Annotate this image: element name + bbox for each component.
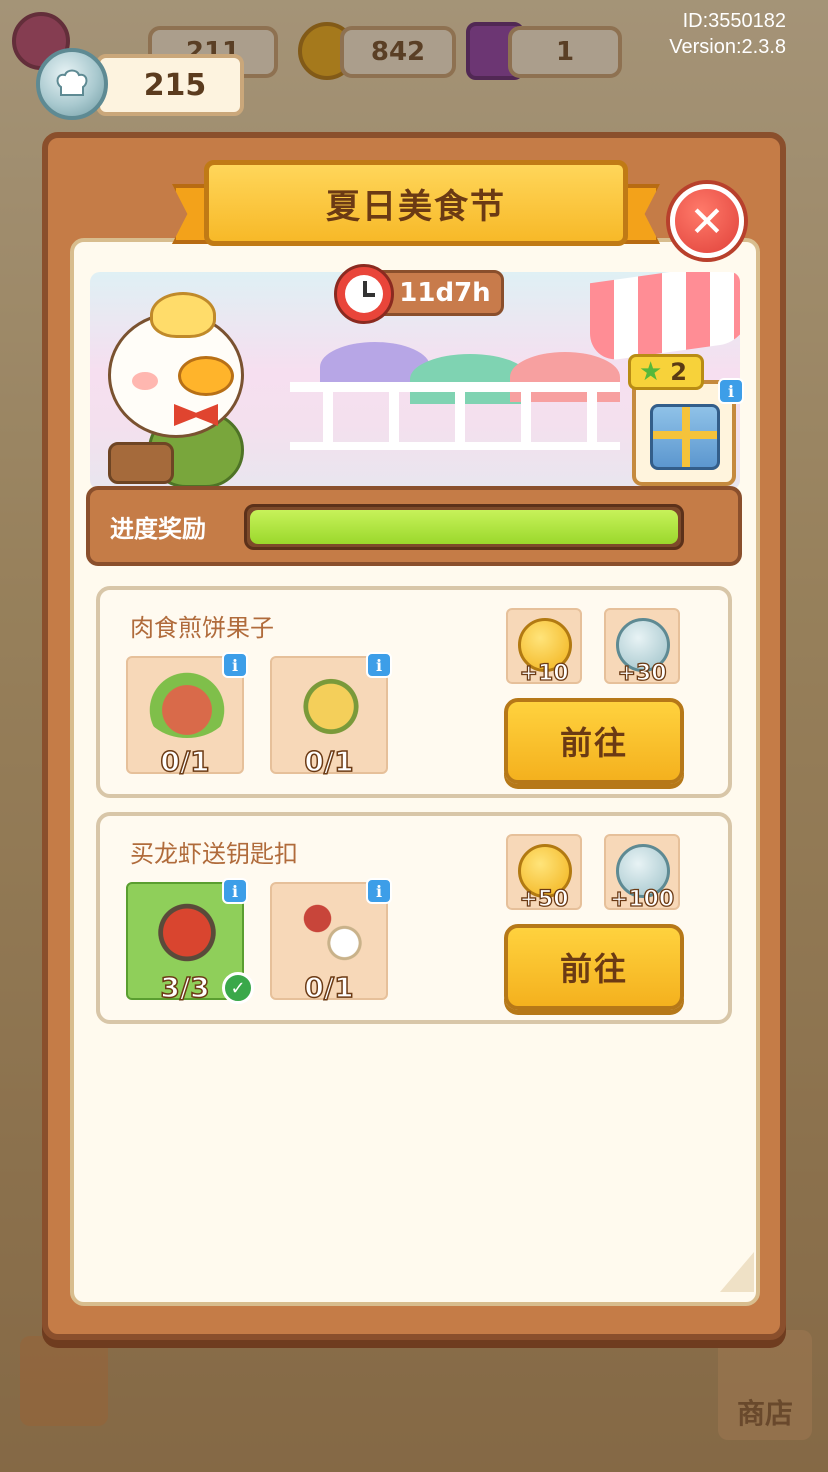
player-id: ID:3550182: [682, 10, 786, 32]
progress-reward-bar: 进度奖励: [86, 486, 742, 566]
reward-chef-token: +30: [604, 608, 680, 687]
reward-amount: +30: [617, 660, 667, 686]
task-card: 肉食煎饼果子 0/1 i 0/1 i +10 +30 前往: [96, 586, 732, 798]
title-ribbon: 夏日美食节: [172, 160, 660, 254]
progress-fill: [250, 510, 678, 544]
gift-star-count: ★ 2: [628, 354, 704, 390]
task-title: 买龙虾送钥匙扣: [130, 840, 298, 868]
star-icon: ★: [639, 357, 663, 387]
reward-amount: +100: [609, 886, 675, 912]
reward-amount: +50: [519, 886, 569, 912]
lobster-plate-icon: [142, 894, 232, 964]
completed-check-icon: ✓: [222, 972, 254, 1004]
task-title: 肉食煎饼果子: [130, 614, 274, 642]
build-info: ID:3550182 Version:2.3.8: [669, 8, 786, 60]
reward-amount: +10: [519, 660, 569, 686]
jianbing-icon: [286, 668, 376, 738]
reward-gold-coin: +10: [506, 608, 582, 687]
meat-platter-icon: [142, 668, 232, 738]
duck-mascot: [108, 292, 258, 488]
timer-text: 11d7h: [399, 278, 491, 308]
close-icon: ✕: [689, 196, 725, 246]
task-card: 买龙虾送钥匙扣 3/3 ✓ i 0/1 i +50 +100 前往: [96, 812, 732, 1024]
item-info-icon[interactable]: i: [222, 652, 248, 678]
version-label: Version:2.3.8: [669, 36, 786, 58]
gift-info-icon[interactable]: i: [718, 378, 744, 404]
go-button[interactable]: 前往: [504, 924, 684, 1010]
keychain-icon: [286, 894, 376, 964]
bridge-railing: [290, 382, 620, 450]
gift-box-icon: [650, 404, 720, 470]
item-info-icon[interactable]: i: [366, 878, 392, 904]
item-info-icon[interactable]: i: [366, 652, 392, 678]
reward-chef-token: +100: [604, 834, 680, 913]
item-info-icon[interactable]: i: [222, 878, 248, 904]
chef-token-counter[interactable]: 215: [96, 54, 244, 116]
clock-icon: [334, 264, 394, 324]
event-timer: 11d7h: [334, 264, 506, 324]
market-awning: [590, 272, 740, 364]
reward-gold-coin: +50: [506, 834, 582, 913]
chef-token-value: 215: [143, 67, 207, 103]
dialog-title: 夏日美食节: [204, 160, 628, 246]
item-count: 0/1: [304, 970, 355, 1005]
chef-token-icon: [36, 48, 108, 120]
go-button[interactable]: 前往: [504, 698, 684, 784]
gift-star-value: 2: [670, 358, 687, 386]
item-count: 0/1: [304, 744, 355, 779]
item-count: 0/1: [160, 744, 211, 779]
progress-track: [244, 504, 684, 550]
close-button[interactable]: ✕: [670, 184, 744, 258]
progress-label: 进度奖励: [110, 514, 206, 543]
